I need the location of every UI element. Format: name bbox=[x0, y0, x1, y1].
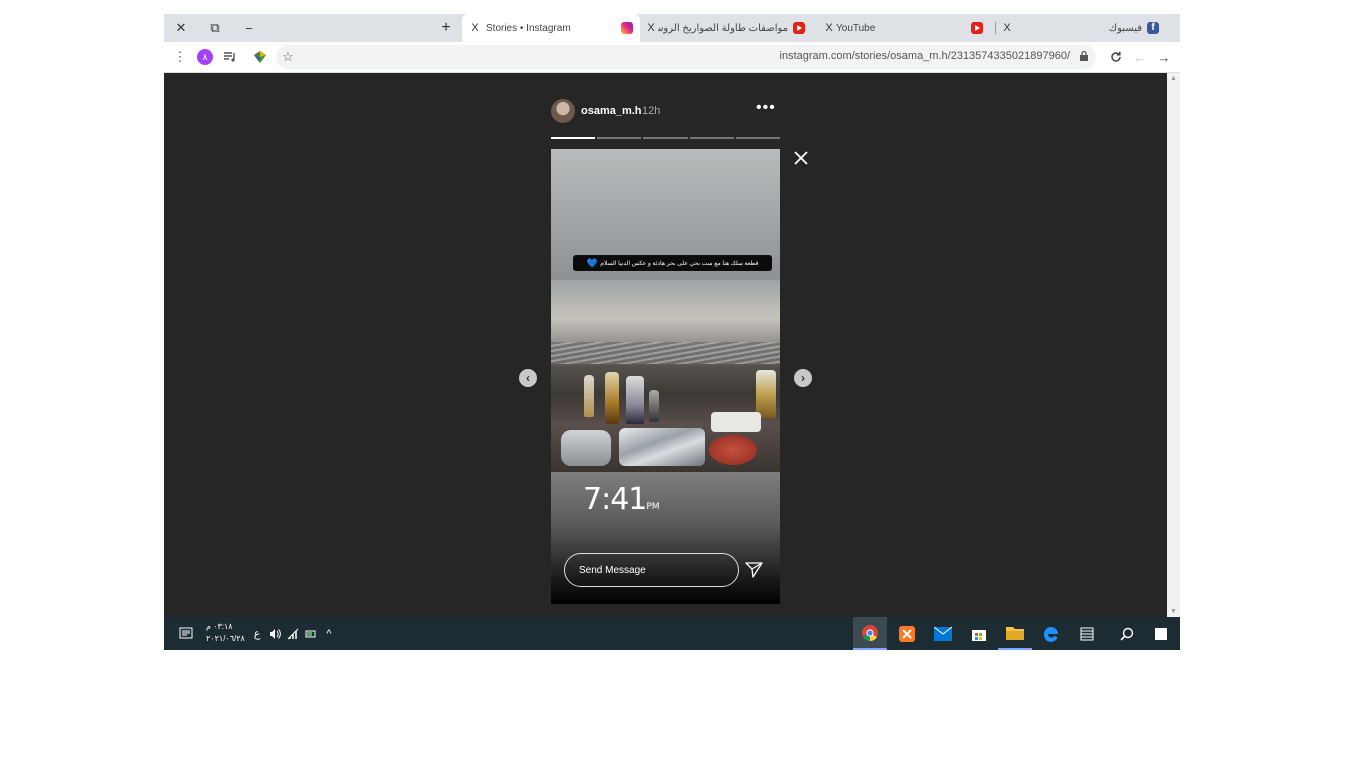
progress-segment bbox=[643, 137, 688, 139]
tab-youtube[interactable]: X YouTube bbox=[822, 14, 990, 42]
bag-image bbox=[561, 430, 611, 466]
page-scrollbar[interactable]: ▲ ▼ bbox=[1167, 73, 1180, 617]
bottle-image bbox=[584, 375, 594, 417]
progress-segment bbox=[597, 137, 642, 139]
tab-strip: ✕ ⧉ − + X Stories • Instagram X مواصفات … bbox=[164, 14, 1180, 42]
more-options-icon[interactable]: ••• bbox=[756, 99, 776, 117]
taskbar-time: ٠٣:١٨ م bbox=[206, 622, 233, 631]
story-caption: قطعة سلك هنا مع ست نحي على بحر هادئة و ع… bbox=[573, 255, 772, 271]
store-taskbar-icon[interactable] bbox=[962, 617, 996, 650]
restore-window-button[interactable]: ⧉ bbox=[198, 14, 232, 42]
network-icon[interactable] bbox=[284, 617, 302, 650]
tab-close-button[interactable]: X bbox=[468, 22, 482, 34]
tab-separator bbox=[995, 22, 996, 34]
progress-segment bbox=[689, 137, 734, 139]
user-avatar[interactable] bbox=[551, 99, 575, 123]
battery-icon[interactable] bbox=[302, 617, 320, 650]
tab-title: مواصفات طاولة الصواريخ الروس bbox=[658, 22, 788, 34]
beach-picnic-photo bbox=[551, 280, 780, 472]
minimize-window-button[interactable]: − bbox=[232, 14, 266, 42]
box-image bbox=[711, 412, 761, 432]
tab-title: فيسبوك bbox=[1108, 22, 1142, 34]
tab-instagram-stories[interactable]: X Stories • Instagram bbox=[462, 14, 640, 42]
facebook-icon: f bbox=[1147, 22, 1159, 34]
bowl-image bbox=[709, 435, 757, 465]
progress-segment bbox=[551, 137, 596, 139]
tab-close-button[interactable]: X bbox=[644, 22, 658, 34]
next-story-button[interactable]: › bbox=[794, 369, 812, 387]
windows-taskbar: ٠٣:١٨ م ٢٠٢١/٠٦/٢٨ ع ^ bbox=[164, 617, 1180, 650]
menu-icon[interactable]: ⋮ bbox=[174, 47, 187, 67]
instagram-icon bbox=[621, 22, 633, 34]
tab-close-button[interactable]: X bbox=[822, 22, 836, 34]
sea-waves bbox=[551, 342, 780, 364]
tab-close-button[interactable]: X bbox=[1000, 22, 1014, 34]
tab-title: Stories • Instagram bbox=[486, 22, 571, 34]
media-controls-icon[interactable] bbox=[220, 47, 240, 67]
youtube-icon bbox=[793, 22, 805, 34]
xampp-taskbar-icon[interactable] bbox=[890, 617, 924, 650]
bottle-image bbox=[756, 370, 776, 418]
scroll-up-icon[interactable]: ▲ bbox=[1170, 75, 1177, 82]
start-button-windows-icon[interactable] bbox=[1144, 617, 1178, 650]
volume-icon[interactable] bbox=[266, 617, 284, 650]
tab-title: YouTube bbox=[836, 22, 876, 34]
tab-facebook[interactable]: X فيسبوك f bbox=[1000, 14, 1170, 42]
screen: ✕ ⧉ − + X Stories • Instagram X مواصفات … bbox=[164, 14, 1180, 650]
taskbar-date: ٢٠٢١/٠٦/٢٨ bbox=[206, 634, 245, 643]
address-bar[interactable]: ☆ instagram.com/stories/osama_m.h/231357… bbox=[276, 45, 1096, 69]
url-text: instagram.com/stories/osama_m.h/23135743… bbox=[779, 50, 1070, 62]
bookmark-star-icon[interactable]: ☆ bbox=[278, 47, 298, 67]
new-tab-button[interactable]: + bbox=[436, 14, 456, 42]
bottle-image bbox=[649, 390, 659, 422]
blue-heart-icon: 💙 bbox=[586, 257, 601, 268]
browser-toolbar: ⋮ ٨ ☆ instagram.com/stories/osama_m.h/23… bbox=[164, 42, 1180, 73]
chrome-taskbar-icon[interactable] bbox=[853, 617, 887, 650]
forward-arrow-icon[interactable]: → bbox=[1154, 47, 1174, 67]
scroll-down-icon[interactable]: ▼ bbox=[1170, 608, 1177, 615]
lock-icon bbox=[1080, 50, 1088, 64]
file-explorer-taskbar-icon[interactable] bbox=[998, 617, 1032, 650]
story-clock: 7:41PM bbox=[583, 482, 660, 517]
youtube-icon bbox=[971, 22, 983, 34]
close-window-button[interactable]: ✕ bbox=[164, 14, 198, 42]
story-progress bbox=[551, 137, 781, 139]
send-message-input[interactable]: Send Message bbox=[564, 553, 739, 587]
story-username[interactable]: osama_m.h bbox=[581, 105, 642, 117]
caption-text: قطعة سلك هنا مع ست نحي على بحر هادئة و ع… bbox=[600, 260, 759, 267]
task-view-icon[interactable] bbox=[1070, 617, 1104, 650]
tab-youtube-video[interactable]: X مواصفات طاولة الصواريخ الروس bbox=[644, 14, 814, 42]
send-direct-icon[interactable] bbox=[744, 560, 764, 580]
story-clock-area: 7:41PM Send Message bbox=[551, 472, 780, 604]
previous-story-button[interactable]: ‹ bbox=[519, 369, 537, 387]
reload-icon[interactable] bbox=[1106, 47, 1126, 67]
story-time: 12h bbox=[642, 105, 661, 117]
foil-tray-image bbox=[619, 428, 705, 466]
search-icon[interactable] bbox=[1110, 617, 1144, 650]
back-arrow-icon[interactable]: ← bbox=[1130, 47, 1150, 67]
progress-segment bbox=[735, 137, 781, 139]
show-hidden-icons-chevron-up-icon[interactable]: ^ bbox=[320, 617, 338, 650]
story-media[interactable]: قطعة سلك هنا مع ست نحي على بحر هادئة و ع… bbox=[551, 149, 780, 604]
bottle-image bbox=[605, 372, 619, 424]
notifications-icon[interactable] bbox=[174, 617, 198, 650]
story-header: osama_m.h 12h ••• bbox=[551, 97, 780, 127]
message-placeholder: Send Message bbox=[579, 564, 646, 576]
profile-avatar: ٨ bbox=[197, 49, 213, 65]
edge-taskbar-icon[interactable] bbox=[1034, 617, 1068, 650]
instagram-story-page: osama_m.h 12h ••• قطعة سلك هنا مع ست نحي… bbox=[164, 73, 1167, 617]
taskbar-clock[interactable]: ٠٣:١٨ م ٢٠٢١/٠٦/٢٨ bbox=[206, 621, 245, 645]
thermos-image bbox=[626, 376, 644, 424]
extension-icon[interactable] bbox=[250, 47, 270, 67]
close-story-icon[interactable] bbox=[792, 149, 810, 167]
mail-taskbar-icon[interactable] bbox=[926, 617, 960, 650]
profile-button[interactable]: ٨ bbox=[195, 47, 215, 67]
language-indicator[interactable]: ع bbox=[248, 617, 266, 650]
